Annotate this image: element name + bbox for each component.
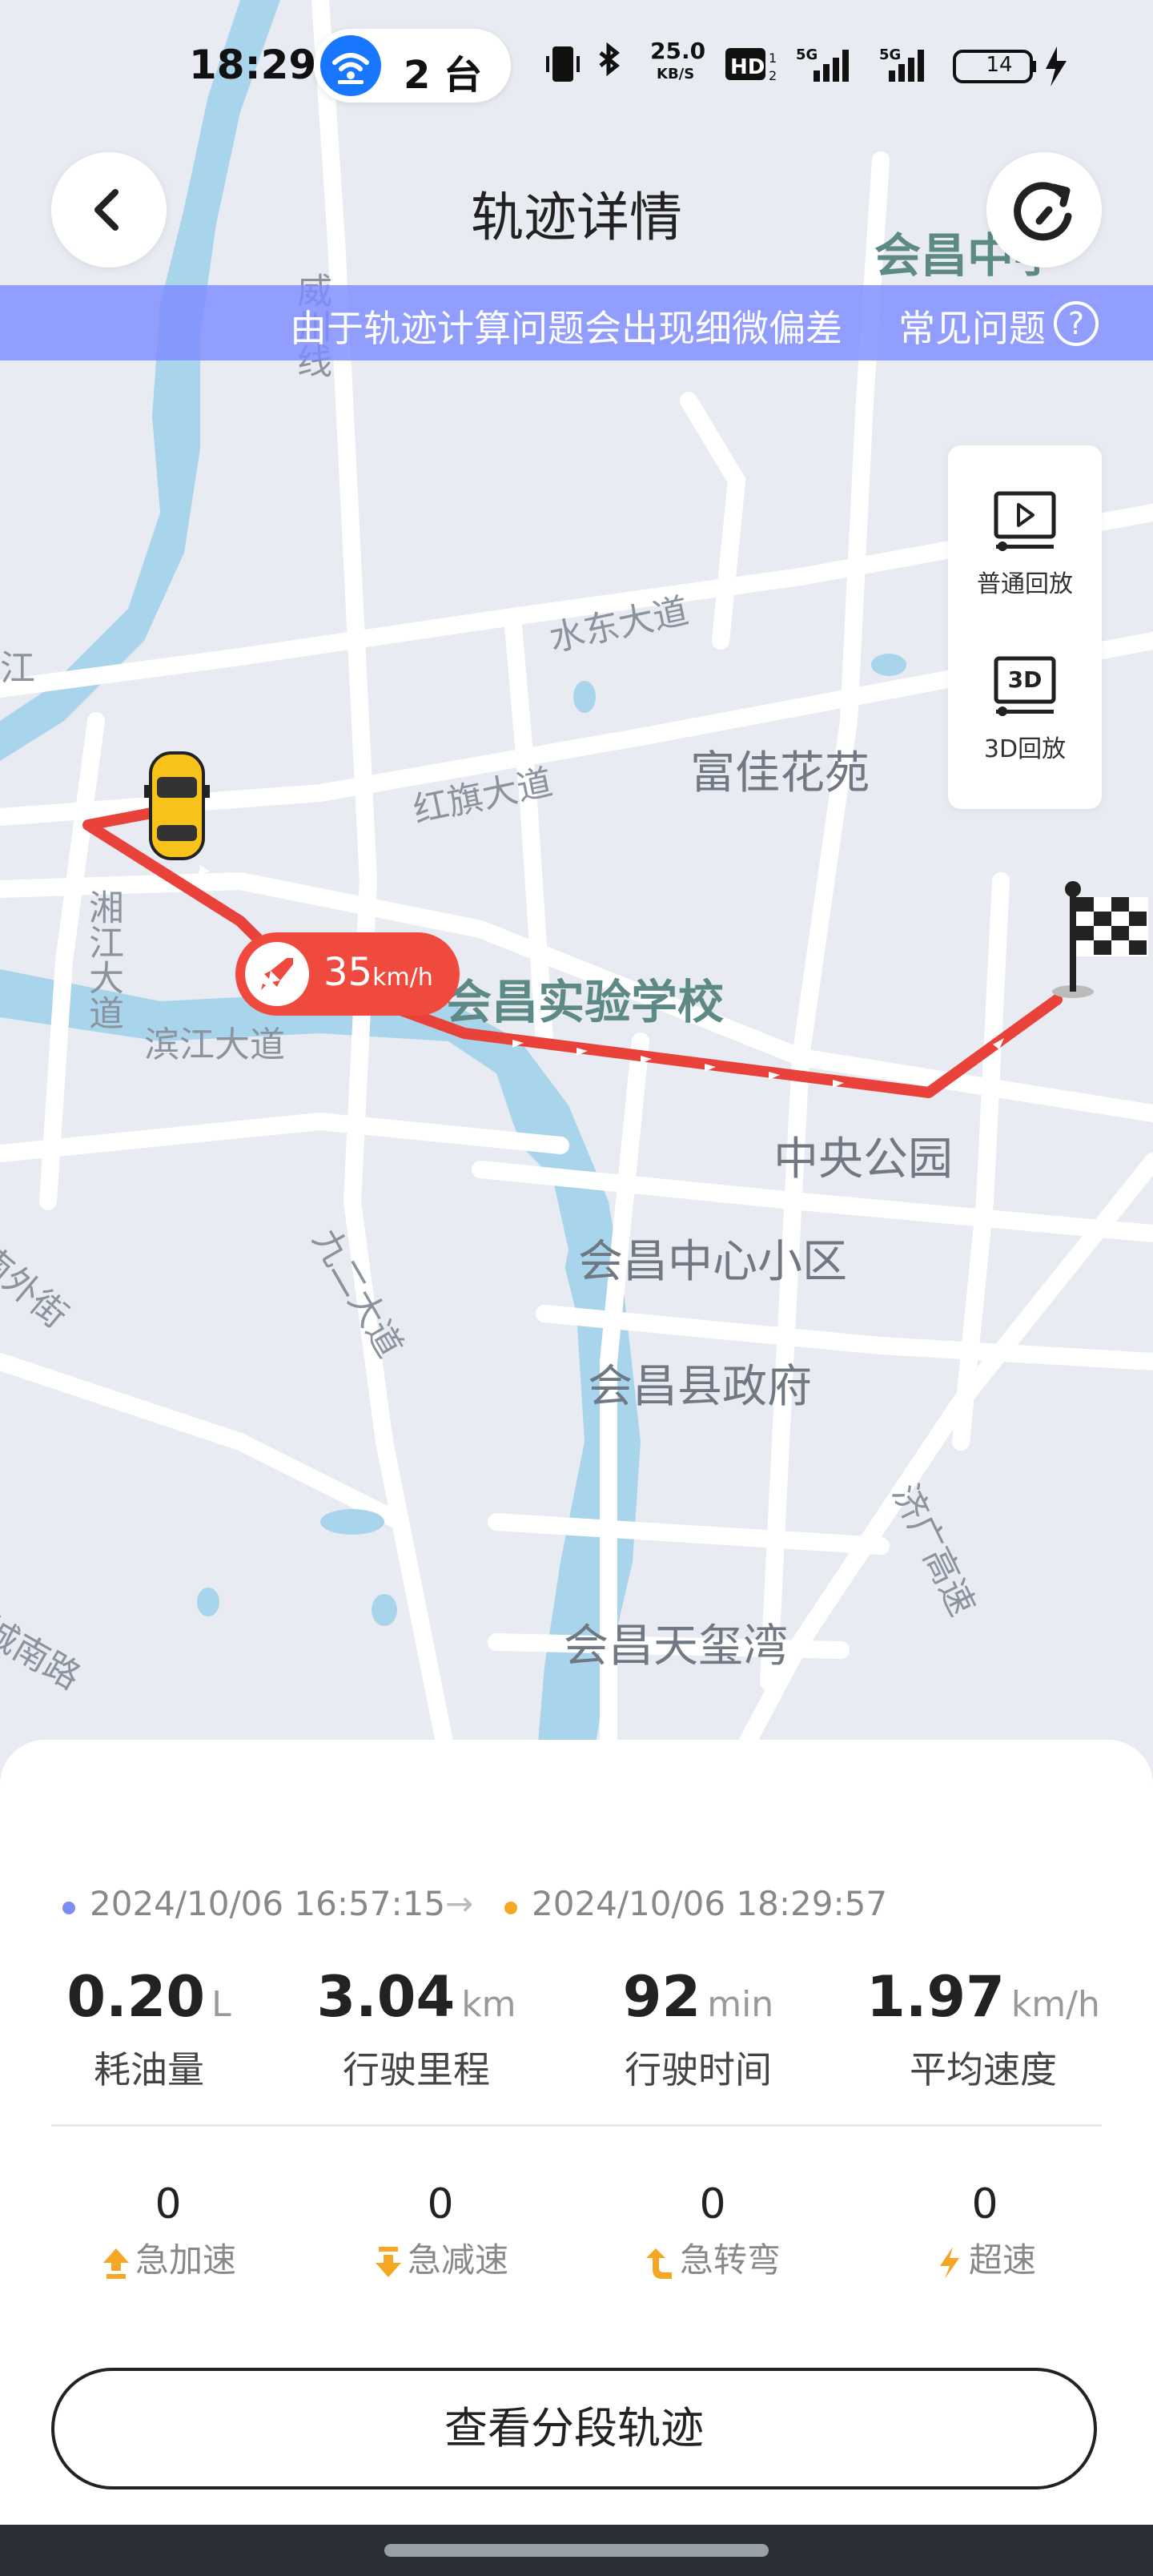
view-segment-track-button[interactable]: 查看分段轨迹 xyxy=(51,2368,1097,2489)
refresh-icon xyxy=(1014,182,1072,241)
stat-value: 92 xyxy=(622,1964,701,2030)
svg-text:2: 2 xyxy=(769,68,777,83)
stat-fuel: 0.20 L 耗油量 xyxy=(5,1964,293,2094)
question-circle-icon[interactable]: ? xyxy=(1054,301,1099,346)
status-bar: 18:29 2 台 HD 1 2 5G 5G 25.0 KB/S 14 xyxy=(0,0,1153,136)
stat-label: 行驶时间 xyxy=(625,2048,772,2091)
end-dot xyxy=(504,1902,517,1914)
event-label: 急减速 xyxy=(407,2240,508,2280)
charging-icon xyxy=(1046,46,1067,87)
event-label: 急加速 xyxy=(135,2240,236,2280)
3d-badge: 3D xyxy=(1007,666,1043,693)
svg-text:5G: 5G xyxy=(879,46,901,63)
event-count: 0 xyxy=(427,2180,454,2228)
event-count: 0 xyxy=(155,2180,182,2228)
map-label-park: 中央公园 xyxy=(773,1133,953,1185)
arrow-right-icon: → xyxy=(445,1884,474,1923)
event-sharp-turn: 0 急转弯 xyxy=(576,2180,849,2282)
stat-unit: min xyxy=(707,1984,774,2025)
map-label-gov: 会昌县政府 xyxy=(588,1361,812,1413)
hd-icon: HD 1 2 xyxy=(725,48,777,83)
status-time: 18:29 xyxy=(189,42,317,88)
rocket-icon xyxy=(245,942,309,1006)
trip-detail-sheet: 2024/10/06 16:57:15 → 2024/10/06 18:29:5… xyxy=(0,1740,1153,2525)
hotspot-count: 2 台 xyxy=(404,53,483,98)
wifi-hotspot-icon xyxy=(320,35,381,96)
stat-label: 行驶里程 xyxy=(343,2048,490,2091)
speed-value: 35 xyxy=(323,950,373,995)
track-map[interactable]: 会昌中学 江 威川线 水东大道 红旗大道 富佳花苑 湘江大道 滨江大道 会昌实验… xyxy=(0,0,1153,1762)
stat-label: 平均速度 xyxy=(910,2048,1057,2091)
event-hard-braking: 0 急减速 xyxy=(304,2180,576,2282)
faq-link[interactable]: 常见问题 xyxy=(898,300,1046,352)
play-screen-icon xyxy=(994,491,1056,551)
lightning-icon xyxy=(939,2246,959,2279)
event-speeding: 0 超速 xyxy=(849,2180,1121,2282)
end-time: 2024/10/06 18:29:57 xyxy=(532,1884,888,1923)
speed-unit: km/h xyxy=(372,964,433,992)
decelerate-down-icon xyxy=(375,2246,401,2277)
three-d-replay-label: 3D回放 xyxy=(983,735,1067,763)
stat-value: 0.20 xyxy=(66,1964,206,2030)
event-count: 0 xyxy=(699,2180,726,2228)
stat-distance: 3.04 km 行驶里程 xyxy=(272,1964,560,2094)
notice-text: 由于轨迹计算问题会出现细微偏差 xyxy=(290,307,842,350)
stat-unit: km xyxy=(461,1984,516,2025)
bluetooth-icon xyxy=(599,42,621,77)
event-hard-acceleration: 0 急加速 xyxy=(32,2180,304,2282)
stat-unit: km/h xyxy=(1010,1984,1100,2025)
refresh-button[interactable] xyxy=(986,152,1102,268)
system-nav-bar xyxy=(0,2525,1153,2576)
home-indicator[interactable] xyxy=(384,2544,769,2557)
net-speed-value: 25.0 xyxy=(650,38,706,64)
stat-unit: L xyxy=(211,1984,231,2025)
speed-badge: 35km/h xyxy=(235,932,460,1016)
normal-replay-button[interactable]: 普通回放 xyxy=(948,489,1102,599)
event-label: 急转弯 xyxy=(679,2240,781,2280)
map-label-tianxi: 会昌天玺湾 xyxy=(564,1620,788,1672)
car-marker xyxy=(144,751,210,860)
map-label-xiangjiang: 湘江大道 xyxy=(82,889,123,1030)
svg-text:1: 1 xyxy=(769,50,777,66)
start-time: 2024/10/06 16:57:15 xyxy=(90,1884,446,1923)
vibrate-icon xyxy=(546,46,580,82)
replay-panel: 普通回放 3D 3D回放 xyxy=(948,445,1102,809)
event-count: 0 xyxy=(971,2180,998,2228)
svg-text:5G: 5G xyxy=(796,46,818,63)
normal-replay-label: 普通回放 xyxy=(977,570,1073,598)
three-d-replay-button[interactable]: 3D 3D回放 xyxy=(948,654,1102,764)
stat-avg-speed: 1.97 km/h 平均速度 xyxy=(839,1964,1127,2094)
map-label-garden: 富佳花苑 xyxy=(690,747,870,799)
map-label-school: 会昌实验学校 xyxy=(445,975,725,1029)
signal-5g-icon: 5G xyxy=(796,46,849,82)
divider xyxy=(51,2124,1102,2127)
stat-value: 3.04 xyxy=(316,1964,456,2030)
page-title: 轨迹详情 xyxy=(471,187,682,248)
stat-value: 1.97 xyxy=(866,1964,1005,2030)
sharp-turn-icon xyxy=(645,2248,672,2279)
start-dot xyxy=(62,1902,75,1914)
signal-5g-icon: 5G xyxy=(879,46,924,82)
accuracy-notice-banner: 由于轨迹计算问题会出现细微偏差 常见问题 ? xyxy=(0,285,1153,360)
map-label-binjiang: 滨江大道 xyxy=(144,1024,285,1065)
trip-time-range: 2024/10/06 16:57:15 → 2024/10/06 18:29:5… xyxy=(0,1884,1153,1932)
stat-label: 耗油量 xyxy=(94,2048,204,2091)
map-label-jiang: 江 xyxy=(0,648,35,689)
battery-level: 14 xyxy=(986,53,1013,77)
event-label: 超速 xyxy=(968,2240,1036,2280)
accelerate-up-icon xyxy=(102,2248,129,2279)
map-label-center-district: 会昌中心小区 xyxy=(578,1236,847,1288)
svg-text:HD: HD xyxy=(730,55,765,79)
stat-duration: 92 min 行驶时间 xyxy=(554,1964,842,2094)
hotspot-indicator[interactable]: 2 台 xyxy=(314,29,511,103)
net-speed-unit: KB/S xyxy=(657,66,695,83)
